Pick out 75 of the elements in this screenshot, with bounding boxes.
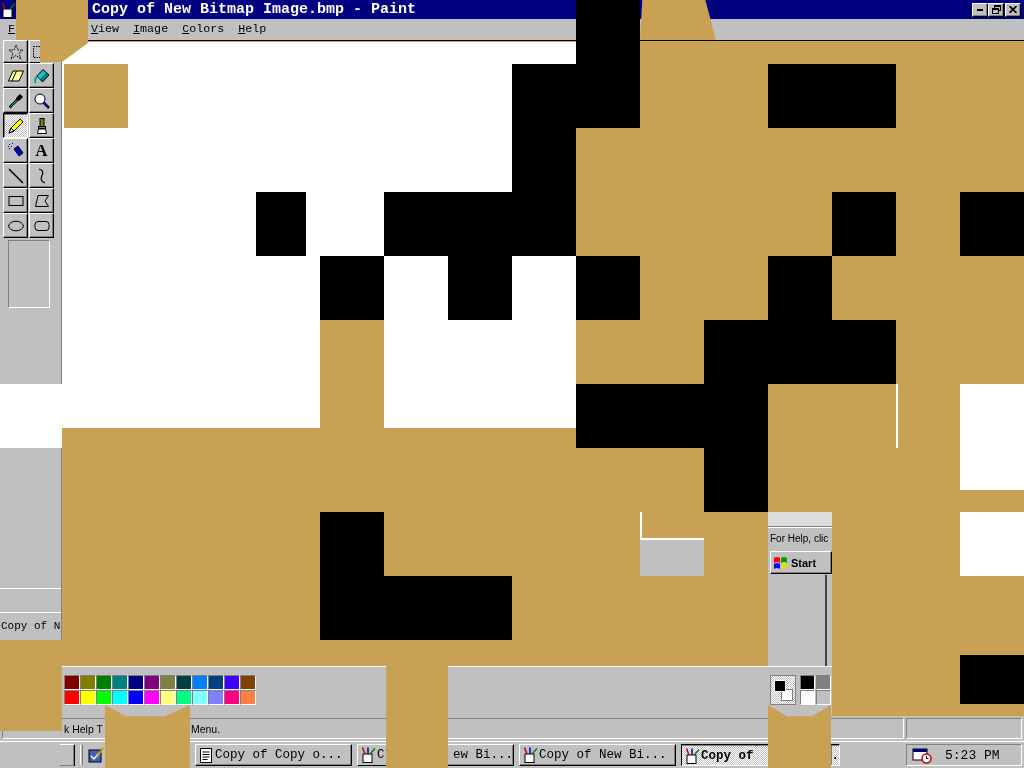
eraser-icon bbox=[7, 67, 24, 84]
brush-jar-icon bbox=[522, 747, 538, 763]
dashed-star-icon bbox=[7, 43, 24, 60]
tool-button[interactable]: A bbox=[29, 138, 54, 163]
color-swatch[interactable] bbox=[816, 690, 831, 705]
color-swatch[interactable] bbox=[129, 691, 143, 704]
taskbar-button[interactable]: ew Bi... bbox=[448, 744, 514, 766]
status-text: k Help T bbox=[64, 722, 103, 735]
taskbar-button[interactable]: Copy of Copy o... bbox=[195, 744, 352, 766]
tool-options-panel bbox=[8, 240, 50, 308]
color-swatch[interactable] bbox=[209, 676, 223, 689]
color-swatch[interactable] bbox=[81, 676, 95, 689]
taskbar-button[interactable]: Copy of New Bi... bbox=[519, 744, 676, 766]
color-swatch[interactable] bbox=[225, 691, 239, 704]
minimize-button[interactable] bbox=[972, 2, 988, 17]
diagonal-line-icon bbox=[7, 167, 24, 184]
color-swatch[interactable] bbox=[65, 676, 79, 689]
window-edge bbox=[768, 512, 832, 527]
color-swatch[interactable] bbox=[241, 691, 255, 704]
color-swatch[interactable] bbox=[193, 676, 207, 689]
menu-item[interactable]: View bbox=[91, 19, 120, 40]
color-swatch[interactable] bbox=[241, 676, 255, 689]
eyedropper-icon bbox=[7, 92, 24, 109]
color-swatch[interactable] bbox=[177, 676, 191, 689]
color-swatch[interactable] bbox=[65, 691, 79, 704]
color-swatch[interactable] bbox=[97, 676, 111, 689]
color-swatch[interactable] bbox=[193, 691, 207, 704]
status-text: For Help, clic bbox=[770, 533, 829, 544]
window-title: Copy of New Bitmap Image.bmp - Paint bbox=[92, 0, 417, 19]
color-swatch[interactable] bbox=[816, 675, 831, 690]
color-swatch[interactable] bbox=[800, 690, 815, 705]
close-icon bbox=[1009, 6, 1017, 13]
color-swatch[interactable] bbox=[129, 676, 143, 689]
menu-item[interactable]: Image bbox=[133, 19, 169, 40]
restore-button[interactable] bbox=[988, 2, 1004, 17]
color-swatch[interactable] bbox=[97, 691, 111, 704]
start-button[interactable]: Start bbox=[770, 551, 832, 574]
close-button[interactable] bbox=[1005, 2, 1021, 17]
text-page-icon bbox=[198, 747, 214, 763]
pencil-icon bbox=[7, 117, 24, 134]
brush-jar-icon bbox=[360, 747, 376, 763]
color-swatch[interactable] bbox=[145, 676, 159, 689]
taskbar-button[interactable]: . bbox=[831, 744, 840, 766]
taskbar-button[interactable] bbox=[60, 744, 75, 766]
restore-icon bbox=[991, 5, 1001, 14]
tool-button[interactable] bbox=[3, 113, 28, 138]
pencil-box-icon[interactable] bbox=[88, 747, 104, 763]
glitch-patch bbox=[576, 0, 640, 40]
color-swatch[interactable] bbox=[225, 676, 239, 689]
clock-text: 5:23 PM bbox=[945, 747, 1000, 763]
taskbar-button[interactable]: C bbox=[357, 744, 386, 766]
brush-jar-icon[interactable] bbox=[0, 1, 16, 18]
minimize-icon bbox=[977, 8, 983, 11]
magnifier-icon bbox=[33, 92, 50, 109]
status-text: Menu. bbox=[190, 722, 221, 735]
polygon-icon bbox=[33, 192, 50, 209]
color-swatch[interactable] bbox=[161, 691, 175, 704]
glitch-patch bbox=[0, 384, 62, 448]
menu-item[interactable]: Help bbox=[238, 19, 267, 40]
current-colors-icon[interactable] bbox=[770, 675, 796, 705]
color-swatch[interactable] bbox=[145, 691, 159, 704]
color-swatch[interactable] bbox=[209, 691, 223, 704]
menu-item[interactable]: F bbox=[8, 19, 15, 40]
color-swatch[interactable] bbox=[113, 676, 127, 689]
paint-bucket-icon bbox=[33, 67, 50, 84]
calendar-clock-icon[interactable] bbox=[912, 746, 932, 764]
color-swatch[interactable] bbox=[81, 691, 95, 704]
brush-jar-icon bbox=[684, 747, 700, 764]
flag-icon bbox=[773, 555, 788, 570]
color-swatch[interactable] bbox=[177, 691, 191, 704]
taskbar-button[interactable]: Copy of bbox=[681, 744, 768, 766]
menu-item[interactable]: Colors bbox=[182, 19, 225, 40]
color-swatch[interactable] bbox=[800, 675, 815, 690]
color-swatch[interactable] bbox=[161, 676, 175, 689]
color-swatch[interactable] bbox=[113, 691, 127, 704]
